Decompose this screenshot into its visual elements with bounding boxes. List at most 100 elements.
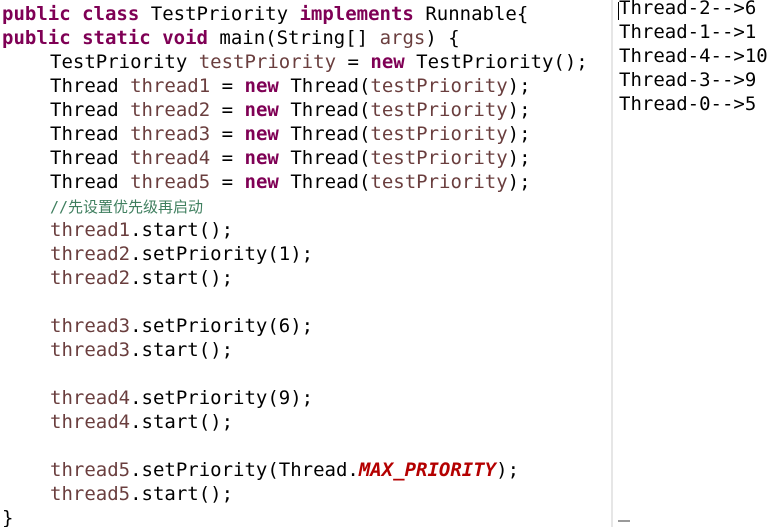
local-variable: thread2: [50, 243, 131, 265]
constructor-call: Thread(: [290, 99, 371, 121]
interface-name: Runnable{: [425, 3, 529, 25]
keyword: implements: [299, 3, 414, 25]
method-call: .start();: [130, 411, 234, 433]
operator: =: [347, 51, 359, 73]
method-call: .start();: [130, 339, 234, 361]
argument: testPriority: [370, 171, 508, 193]
keyword: new: [244, 123, 279, 145]
code-line-statement: thread2.start();: [50, 266, 233, 290]
method-call: .setPriority(9);: [130, 387, 314, 409]
code-line-closing-brace: }: [2, 506, 13, 527]
code-comment: //先设置优先级再启动: [50, 194, 203, 218]
keyword: void: [162, 27, 208, 49]
method-call: .start();: [130, 219, 234, 241]
ide-window: public class TestPriority implements Run…: [0, 0, 783, 527]
operator: =: [221, 75, 234, 97]
keyword: public: [2, 27, 71, 49]
operator: =: [221, 171, 234, 193]
keyword: new: [244, 171, 279, 193]
keyword: public: [2, 3, 71, 25]
type-name: TestPriority: [50, 51, 188, 73]
operator: =: [221, 99, 234, 121]
code-line-statement: thread5.start();: [50, 482, 233, 506]
console-output-panel[interactable]: Thread-2-->6 Thread-1-->1 Thread-4-->10 …: [613, 0, 783, 527]
operator: =: [221, 147, 234, 169]
code-editor[interactable]: public class TestPriority implements Run…: [0, 0, 611, 527]
method-call: .start();: [130, 483, 234, 505]
type-name: Thread: [50, 123, 119, 145]
code-line-statement: thread3.setPriority(6);: [50, 314, 313, 338]
method-call: .start();: [130, 267, 234, 289]
console-line: Thread-2-->6: [619, 0, 757, 19]
type-name: Thread: [50, 75, 119, 97]
constructor-call: TestPriority();: [416, 51, 588, 73]
local-variable: thread3: [130, 123, 211, 145]
local-variable: thread4: [50, 387, 131, 409]
code-line-statement: thread2.setPriority(1);: [50, 242, 313, 266]
code-line-statement: thread1.start();: [50, 218, 233, 242]
method-call: .setPriority(6);: [130, 315, 314, 337]
argument: testPriority: [370, 75, 508, 97]
code-line-thread-decl: Thread thread4 = new Thread(testPriority…: [50, 146, 531, 170]
punctuation: );: [507, 99, 531, 121]
comment-text: //先设置优先级再启动: [50, 198, 204, 216]
punctuation: );: [496, 459, 520, 481]
argument: testPriority: [370, 99, 508, 121]
type-name: Thread: [50, 147, 119, 169]
keyword: new: [244, 147, 279, 169]
keyword: new: [244, 75, 279, 97]
punctuation: );: [507, 171, 531, 193]
method-signature: main(String[]: [219, 27, 369, 49]
operator: =: [221, 123, 234, 145]
console-line: Thread-4-->10: [619, 45, 768, 67]
code-line-instance: TestPriority testPriority = new TestPrio…: [50, 50, 588, 74]
code-line-thread-decl: Thread thread3 = new Thread(testPriority…: [50, 122, 531, 146]
parameter: args: [379, 27, 426, 49]
code-line-main-decl: public static void main(String[] args) {: [2, 26, 460, 50]
static-constant: MAX_PRIORITY: [358, 459, 497, 481]
local-variable: thread5: [50, 459, 131, 481]
punctuation: ) {: [425, 27, 460, 49]
constructor-call: Thread(: [290, 123, 371, 145]
code-line-statement: thread4.start();: [50, 410, 233, 434]
class-name: TestPriority: [150, 3, 289, 25]
type-name: Thread: [50, 171, 119, 193]
keyword: new: [370, 51, 405, 73]
argument: testPriority: [370, 123, 508, 145]
local-variable: thread2: [50, 267, 131, 289]
punctuation: );: [507, 75, 531, 97]
constructor-call: Thread(: [290, 147, 371, 169]
method-call: .setPriority(1);: [130, 243, 314, 265]
punctuation: );: [507, 147, 531, 169]
code-line-thread-decl: Thread thread5 = new Thread(testPriority…: [50, 170, 531, 194]
console-line: Thread-3-->9: [619, 69, 757, 91]
local-variable: thread1: [130, 75, 211, 97]
punctuation: );: [507, 123, 531, 145]
local-variable: thread5: [50, 483, 131, 505]
argument: testPriority: [370, 147, 508, 169]
keyword: class: [82, 3, 140, 25]
code-line-thread-decl: Thread thread1 = new Thread(testPriority…: [50, 74, 531, 98]
constructor-call: Thread(: [290, 75, 371, 97]
method-call: .setPriority(Thread.: [130, 459, 359, 481]
constructor-call: Thread(: [290, 171, 371, 193]
local-variable: thread3: [50, 315, 131, 337]
local-variable: testPriority: [198, 51, 337, 73]
local-variable: thread1: [50, 219, 131, 241]
local-variable: thread2: [130, 99, 211, 121]
code-line-thread-decl: Thread thread2 = new Thread(testPriority…: [50, 98, 531, 122]
local-variable: thread4: [130, 147, 211, 169]
code-line-statement: thread4.setPriority(9);: [50, 386, 313, 410]
local-variable: thread5: [130, 171, 211, 193]
keyword: new: [244, 99, 279, 121]
code-line-class-decl: public class TestPriority implements Run…: [2, 2, 528, 26]
local-variable: thread3: [50, 339, 131, 361]
code-line-statement: thread3.start();: [50, 338, 233, 362]
keyword: static: [82, 27, 151, 49]
console-line: Thread-0-->5: [619, 93, 757, 115]
closing-brace: }: [2, 507, 14, 527]
console-line: Thread-1-->1: [619, 21, 757, 43]
code-line-statement: thread5.setPriority(Thread.MAX_PRIORITY)…: [50, 458, 519, 482]
console-scrollbar[interactable]: [618, 520, 630, 522]
text-cursor: [618, 2, 619, 20]
